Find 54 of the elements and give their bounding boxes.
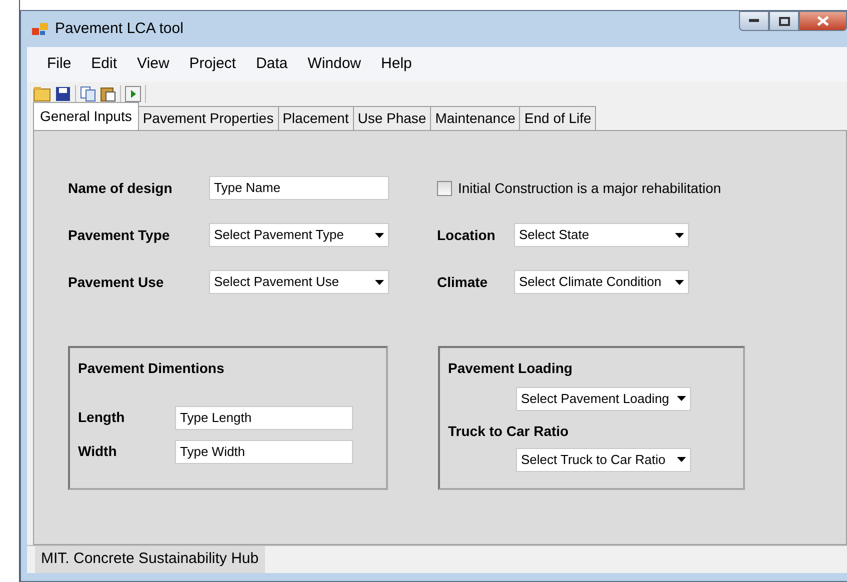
- menu-item[interactable]: Help: [371, 51, 422, 78]
- field-label: Pavement Use: [68, 272, 165, 292]
- caret-icon: [675, 280, 684, 284]
- field-label: Length: [78, 408, 126, 427]
- text-input[interactable]: Type Width: [175, 440, 353, 464]
- field-label: Climate: [437, 272, 489, 292]
- group-title: Pavement Loading: [448, 358, 574, 378]
- minimize-icon: [749, 19, 759, 23]
- paste-icon[interactable]: [100, 86, 116, 102]
- menu-item[interactable]: View: [127, 51, 180, 78]
- menu-item[interactable]: Edit: [81, 51, 128, 78]
- caret-icon: [677, 457, 686, 462]
- window-title: Pavement LCA tool: [55, 18, 184, 39]
- run-icon[interactable]: [125, 86, 141, 102]
- tab[interactable]: Placement: [278, 106, 354, 130]
- close-icon: [817, 16, 829, 26]
- close-button[interactable]: [799, 11, 847, 31]
- name-input[interactable]: Type Name: [209, 176, 389, 200]
- open-folder-icon[interactable]: [33, 86, 51, 102]
- menu-item[interactable]: File: [37, 51, 82, 78]
- field-label: Location: [437, 226, 496, 244]
- tab[interactable]: Maintenance: [430, 106, 520, 130]
- field-label: Name of design: [68, 178, 174, 198]
- status-text: MIT. Concrete Sustainability Hub: [35, 546, 265, 573]
- tab[interactable]: Pavement Properties: [138, 106, 279, 130]
- group-title: Pavement Dimentions: [78, 358, 226, 378]
- field-label: Width: [78, 442, 118, 461]
- caret-icon: [677, 396, 686, 401]
- dropdown[interactable]: Select Pavement Use: [209, 270, 389, 294]
- minimize-button[interactable]: [739, 11, 769, 31]
- maximize-icon: [778, 16, 790, 26]
- dropdown[interactable]: Select Pavement Loading: [516, 386, 691, 410]
- tab[interactable]: General Inputs: [33, 102, 139, 130]
- dropdown[interactable]: Select Truck to Car Ratio: [516, 448, 691, 472]
- dropdown[interactable]: Select State: [514, 223, 689, 247]
- menu-item[interactable]: Window: [298, 51, 372, 78]
- field-label: Pavement Type: [68, 226, 171, 245]
- group-title: Truck to Car Ratio: [448, 422, 570, 440]
- menu-item[interactable]: Data: [246, 51, 298, 78]
- dropdown[interactable]: Select Pavement Type: [209, 223, 389, 247]
- maximize-button[interactable]: [769, 11, 799, 31]
- dropdown[interactable]: Select Climate Condition: [514, 270, 689, 294]
- app-icon: [31, 21, 49, 37]
- tab[interactable]: Use Phase: [352, 106, 432, 130]
- copy-icon[interactable]: [80, 86, 96, 102]
- tab[interactable]: End of Life: [519, 106, 596, 130]
- menu-item[interactable]: Project: [179, 51, 246, 78]
- caret-icon: [375, 232, 384, 238]
- caret-icon: [675, 232, 684, 238]
- text-input[interactable]: Type Length: [175, 406, 353, 430]
- caret-icon: [375, 280, 384, 284]
- checkbox[interactable]: [437, 180, 452, 196]
- save-icon[interactable]: [55, 86, 71, 102]
- checkbox-label: Initial Construction is a major rehabilitation: [458, 178, 722, 198]
